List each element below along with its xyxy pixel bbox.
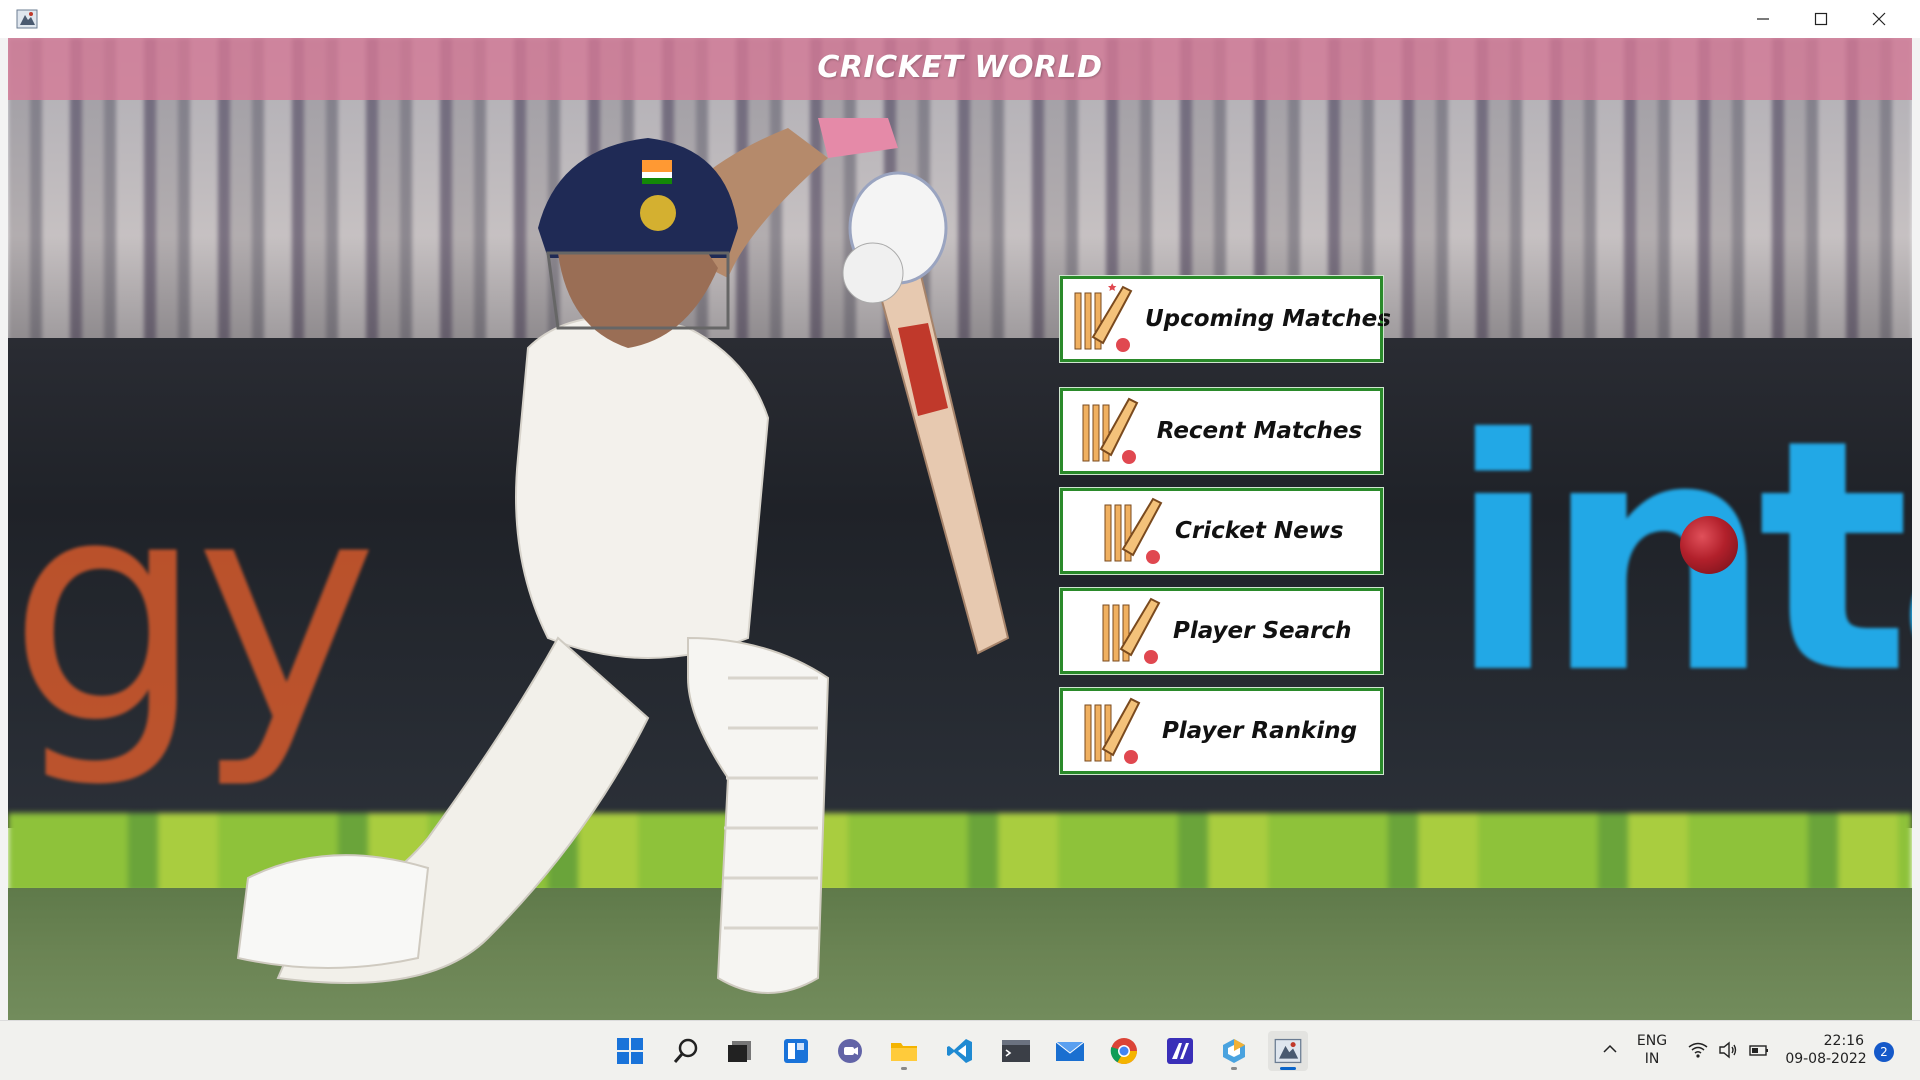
main-panel: gy inta (8, 38, 1912, 1020)
cricket-news-button[interactable]: Cricket News (1059, 487, 1384, 575)
teams-chat-icon (838, 1039, 862, 1063)
window-border-right (1912, 38, 1920, 1020)
recent-matches-label: Recent Matches (1156, 418, 1363, 444)
player-search-label: Player Search (1173, 618, 1352, 644)
teams-chat-button[interactable] (830, 1031, 870, 1071)
language-indicator[interactable]: ENG IN (1632, 1033, 1672, 1067)
file-explorer-button[interactable] (884, 1031, 924, 1071)
recent-matches-button[interactable]: Recent Matches (1059, 387, 1384, 475)
search-button[interactable] (666, 1031, 706, 1071)
upcoming-matches-button[interactable]: Upcoming Matches (1059, 275, 1391, 363)
java-app-icon (1274, 1038, 1302, 1064)
window-border-left (0, 38, 8, 1020)
cricket-bat-icon (1084, 697, 1141, 764)
mail-icon (1055, 1041, 1085, 1061)
file-explorer-icon (891, 1043, 917, 1061)
close-button[interactable] (1850, 0, 1908, 38)
clock[interactable]: 22:16 09-08-2022 (1784, 1033, 1868, 1067)
notification-badge[interactable]: 2 (1874, 1042, 1894, 1062)
java-app-taskbar-button[interactable] (1268, 1031, 1308, 1071)
start-icon (617, 1038, 643, 1064)
vpn-button[interactable] (1214, 1031, 1254, 1071)
app-button[interactable] (1160, 1031, 1200, 1071)
task-view-icon (728, 1041, 751, 1062)
vpn-icon (1223, 1039, 1245, 1063)
task-view-button[interactable] (720, 1031, 760, 1071)
widgets-button[interactable] (776, 1031, 816, 1071)
cricket-news-label: Cricket News (1175, 518, 1344, 544)
widgets-icon (784, 1039, 808, 1063)
maximize-button[interactable] (1792, 0, 1850, 38)
maximize-icon (1814, 12, 1828, 26)
player-ranking-button[interactable]: Player Ranking (1059, 687, 1384, 775)
cricket-bat-icon (1102, 597, 1161, 664)
volume-icon[interactable] (1718, 1040, 1738, 1060)
close-icon (1872, 12, 1886, 26)
background-image: gy inta (8, 38, 1912, 1020)
cricket-ball (1680, 516, 1738, 574)
title-bar[interactable] (0, 0, 1920, 38)
wifi-icon[interactable] (1688, 1041, 1708, 1059)
search-icon (673, 1038, 698, 1063)
taskbar: ENG IN 22:16 09-08-2022 (0, 1020, 1920, 1080)
terminal-button[interactable] (996, 1031, 1036, 1071)
mail-button[interactable] (1050, 1031, 1090, 1071)
player-search-button[interactable]: Player Search (1059, 587, 1384, 675)
header-banner: CRICKET WORLD (8, 38, 1912, 100)
upcoming-matches-label: Upcoming Matches (1145, 306, 1391, 332)
battery-icon[interactable] (1748, 1041, 1770, 1059)
java-app-icon (16, 9, 38, 29)
app-window: gy inta (0, 0, 1920, 1020)
minimize-button[interactable] (1734, 0, 1792, 38)
vscode-button[interactable] (940, 1031, 980, 1071)
vscode-icon (947, 1039, 972, 1063)
cricket-bat-icon (1074, 283, 1133, 352)
app-title: CRICKET WORLD (817, 50, 1103, 85)
chrome-icon (1110, 1038, 1137, 1064)
stadium-board-blue: inta (1448, 372, 1912, 744)
minimize-icon (1757, 18, 1769, 20)
chevron-up-icon[interactable] (1602, 1041, 1618, 1057)
cricket-bat-icon (1082, 397, 1139, 464)
terminal-icon (1002, 1040, 1030, 1062)
start-button[interactable] (610, 1031, 650, 1071)
player-ranking-label: Player Ranking (1161, 718, 1358, 744)
cricket-bat-icon (1104, 497, 1163, 564)
chrome-button[interactable] (1104, 1031, 1144, 1071)
batsman-image (236, 118, 1010, 994)
app-icon (1167, 1038, 1193, 1064)
